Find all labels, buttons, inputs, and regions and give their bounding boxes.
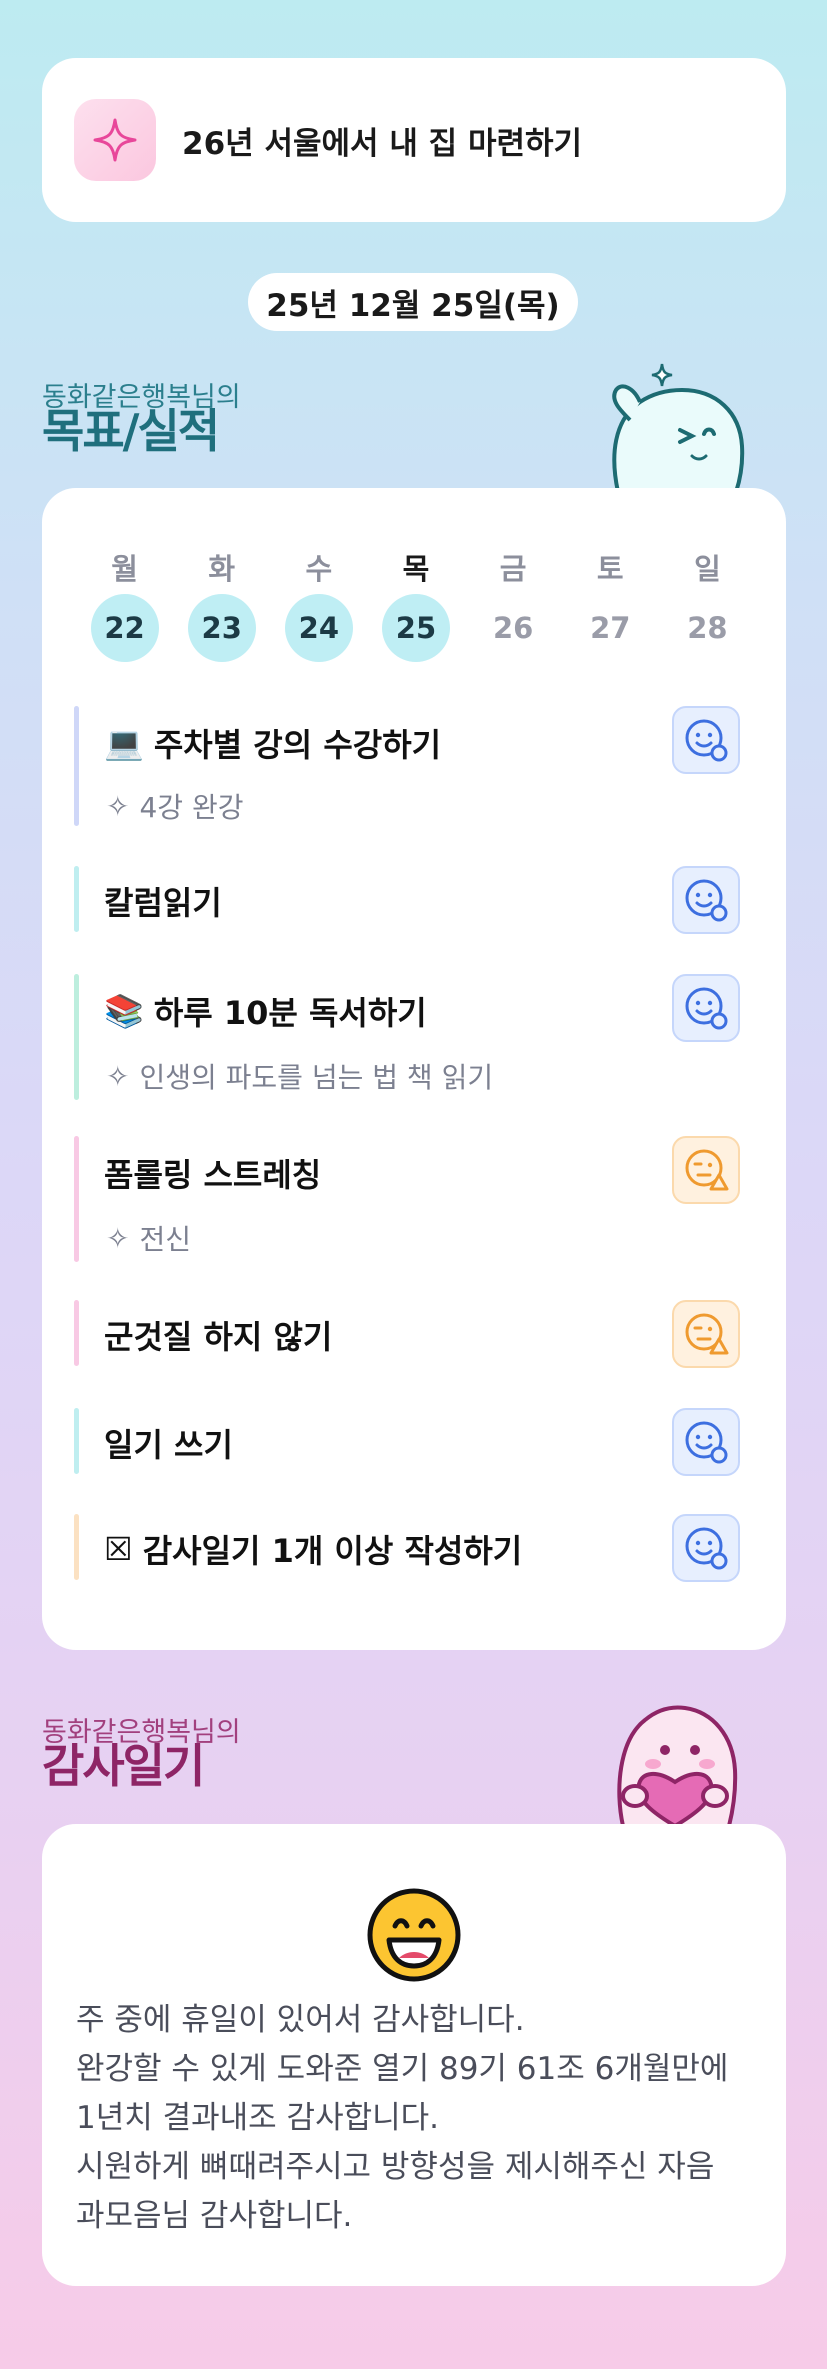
gratitude-line: 시원하게 뼈때려주시고 방향성을 제시해주신 자음	[76, 2149, 715, 2185]
weekday-label: 수	[305, 552, 333, 586]
task-title: 주차별 강의 수강하기	[153, 726, 442, 764]
smiley-status-button[interactable]	[672, 1514, 740, 1582]
smiley-status-button[interactable]	[672, 1408, 740, 1476]
task-bar	[74, 974, 79, 1100]
goals-section-title: 목표/실적	[42, 404, 220, 458]
task-bar	[74, 706, 79, 826]
checkbox-icon: ☒	[104, 1530, 133, 1568]
ghost-mascot-icon	[600, 360, 750, 496]
heart-mascot-icon	[595, 1700, 755, 1830]
task-sub: 전신	[139, 1223, 191, 1256]
task-item[interactable]: 일기 쓰기	[74, 1408, 754, 1476]
task-item[interactable]: 폼롤링 스트레칭 ✧ 전신	[74, 1136, 754, 1262]
task-title: 감사일기 1개 이상 작성하기	[142, 1532, 523, 1570]
date-button[interactable]: 22	[90, 594, 159, 662]
date-button[interactable]: 24	[284, 594, 353, 662]
gratitude-line: 완강할 수 있게 도와준 열기 89기 61조 6개월만에	[76, 2051, 729, 2087]
date-button[interactable]: 27	[576, 594, 644, 662]
goals-card: 월 화 수 목 금 토 일 22 23 24 25 26 27 28 💻 주차별 …	[42, 488, 786, 1650]
neutral-status-button[interactable]	[672, 1300, 740, 1368]
task-item[interactable]: 💻 주차별 강의 수강하기 ✧ 4강 완강	[74, 706, 754, 826]
sparkle-icon: ✧	[106, 1221, 130, 1255]
books-icon: 📚	[104, 992, 144, 1030]
task-title: 폼롤링 스트레칭	[104, 1156, 322, 1194]
task-bar	[74, 1514, 79, 1580]
laptop-icon: 💻	[104, 724, 144, 762]
date-button[interactable]: 26	[479, 594, 547, 662]
task-title: 일기 쓰기	[104, 1426, 233, 1464]
sparkle-icon: ✧	[106, 789, 130, 823]
task-item[interactable]: ☒ 감사일기 1개 이상 작성하기	[74, 1514, 754, 1582]
weekday-label: 토	[596, 552, 624, 586]
weekday-label: 금	[499, 552, 527, 586]
task-sub: 인생의 파도를 넘는 법 책 읽기	[139, 1061, 494, 1094]
date-button[interactable]: 23	[187, 594, 256, 662]
task-item[interactable]: 📚 하루 10분 독서하기 ✧ 인생의 파도를 넘는 법 책 읽기	[74, 974, 754, 1100]
task-title: 칼럼읽기	[104, 884, 222, 922]
goal-title: 26년 서울에서 내 집 마련하기	[182, 125, 583, 162]
gratitude-line: 1년치 결과내조 감사합니다.	[76, 2100, 440, 2136]
task-sub: 4강 완강	[139, 791, 244, 824]
sparkle-icon	[74, 99, 156, 181]
gratitude-card[interactable]: 주 중에 휴일이 있어서 감사합니다. 완강할 수 있게 도와준 열기 89기 …	[42, 1824, 786, 2286]
weekday-label: 화	[208, 552, 236, 586]
weekday-label: 월	[111, 552, 138, 586]
smiley-status-button[interactable]	[672, 974, 740, 1042]
task-bar	[74, 866, 79, 932]
task-bar	[74, 1136, 79, 1262]
date-row: 22 23 24 25 26 27 28	[76, 594, 756, 662]
date-pill[interactable]: 25년 12월 25일(목)	[248, 273, 578, 331]
weekday-row: 월 화 수 목 금 토 일	[76, 546, 756, 588]
gratitude-line: 주 중에 휴일이 있어서 감사합니다.	[76, 2002, 525, 2038]
gratitude-line: 과모음님 감사합니다.	[76, 2198, 353, 2234]
smiley-status-button[interactable]	[672, 866, 740, 934]
task-item[interactable]: 칼럼읽기	[74, 866, 754, 934]
weekday-label: 목	[402, 552, 430, 586]
task-title: 하루 10분 독서하기	[153, 994, 427, 1032]
neutral-status-button[interactable]	[672, 1136, 740, 1204]
grinning-face-icon	[367, 1888, 461, 1986]
smiley-status-button[interactable]	[672, 706, 740, 774]
task-bar	[74, 1408, 79, 1474]
weekday-label: 일	[694, 552, 721, 586]
task-bar	[74, 1300, 79, 1366]
gratitude-text: 주 중에 휴일이 있어서 감사합니다. 완강할 수 있게 도와준 열기 89기 …	[76, 1996, 766, 2241]
date-button[interactable]: 25	[381, 594, 450, 662]
task-item[interactable]: 군것질 하지 않기	[74, 1300, 754, 1368]
goal-card[interactable]: 26년 서울에서 내 집 마련하기	[42, 58, 786, 222]
task-title: 군것질 하지 않기	[104, 1318, 333, 1356]
gratitude-section-title: 감사일기	[42, 1739, 205, 1793]
date-button[interactable]: 28	[673, 594, 741, 662]
sparkle-icon: ✧	[106, 1059, 130, 1093]
